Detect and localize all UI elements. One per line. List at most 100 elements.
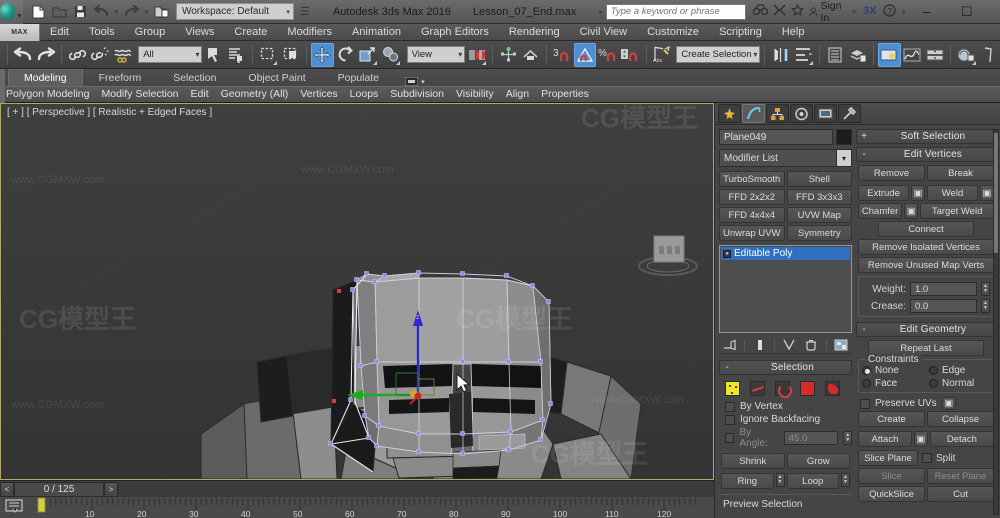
menu-item-views[interactable]: Views xyxy=(175,24,224,41)
menu-item-animation[interactable]: Animation xyxy=(342,24,411,41)
hierarchy-tab[interactable] xyxy=(766,104,789,123)
close-button[interactable]: ✕ xyxy=(987,0,1000,24)
modifier-ffd-3x3x3-button[interactable]: FFD 3x3x3 xyxy=(786,189,852,205)
pin-stack-icon[interactable] xyxy=(722,337,738,352)
modifier-turbosmooth-button[interactable]: TurboSmooth xyxy=(719,171,785,187)
window-crossing-icon[interactable] xyxy=(279,43,302,67)
help-icon[interactable]: ? xyxy=(883,3,896,20)
selection-rollup-header[interactable]: - Selection xyxy=(719,360,852,375)
tab-modeling[interactable]: Modeling xyxy=(8,69,83,86)
maximize-button[interactable]: ☐ xyxy=(947,0,987,24)
new-file-icon[interactable] xyxy=(29,2,48,21)
loop-spinner[interactable]: ▲ ▼ xyxy=(841,473,850,487)
menu-item-help[interactable]: Help xyxy=(772,24,815,41)
time-slider-ruler[interactable]: 10 20 30 40 50 60 70 80 90 100 110 120 xyxy=(0,497,714,518)
ignore-backfacing-row[interactable]: Ignore Backfacing xyxy=(719,413,852,426)
split-checkbox[interactable] xyxy=(922,453,932,463)
modifier-symmetry-button[interactable]: Symmetry xyxy=(786,225,852,241)
modifier-ffd-4x4x4-button[interactable]: FFD 4x4x4 xyxy=(719,207,785,223)
exchange-icon[interactable] xyxy=(773,4,786,19)
attach-settings-icon[interactable]: ▣ xyxy=(913,431,928,447)
next-frame-button[interactable]: > xyxy=(104,481,118,497)
app-menu-button[interactable]: ▼ xyxy=(0,0,23,24)
extrude-settings-icon[interactable]: ▣ xyxy=(911,185,925,201)
loop-button[interactable]: Loop xyxy=(786,473,839,489)
command-panel-scroll-thumb[interactable] xyxy=(994,133,998,253)
by-angle-field[interactable]: 45.0 xyxy=(783,431,839,445)
tab-object-paint[interactable]: Object Paint xyxy=(232,70,321,86)
rectangular-selection-region-icon[interactable] xyxy=(257,43,280,67)
perspective-viewport[interactable]: [ + ] [ Perspective ] [ Realistic + Edge… xyxy=(0,103,714,480)
modifier-uvw-map-button[interactable]: UVW Map xyxy=(786,207,852,223)
render-setup-icon[interactable] xyxy=(877,42,901,67)
search-input[interactable] xyxy=(605,3,746,20)
show-end-result-icon[interactable] xyxy=(752,337,768,352)
menu-item-edit[interactable]: Edit xyxy=(40,24,79,41)
reference-coordinate-system-combo[interactable]: View ▾ xyxy=(406,46,466,63)
binoculars-icon[interactable] xyxy=(752,4,768,19)
chamfer-settings-icon[interactable]: ▣ xyxy=(904,203,919,219)
by-angle-row[interactable]: By Angle: 45.0 ▲ ▼ xyxy=(719,426,852,450)
break-button[interactable]: Break xyxy=(927,165,994,181)
workspace-menu-icon[interactable]: ☰ xyxy=(300,5,310,18)
selection-filter-combo[interactable]: All ▾ xyxy=(138,46,203,63)
create-tab[interactable] xyxy=(718,104,741,123)
schematic-view-icon[interactable] xyxy=(923,43,946,67)
menu-item-modifiers[interactable]: Modifiers xyxy=(277,24,342,41)
spinner-snap-toggle-icon[interactable] xyxy=(619,43,642,67)
prev-frame-button[interactable]: < xyxy=(0,481,14,497)
ring-spinner[interactable]: ▲ ▼ xyxy=(775,473,785,487)
cut-button[interactable]: Cut xyxy=(927,486,994,502)
minimize-button[interactable]: – xyxy=(907,0,947,24)
constraint-none-radio[interactable]: None xyxy=(862,365,923,376)
subtab-subdivision[interactable]: Subdivision xyxy=(384,87,450,102)
preserve-uvs-settings-icon[interactable]: ▣ xyxy=(941,397,956,410)
weld-button[interactable]: Weld xyxy=(927,185,978,201)
open-file-icon[interactable] xyxy=(50,2,69,21)
menu-item-civil-view[interactable]: Civil View xyxy=(570,24,637,41)
snaps-toggle-icon[interactable]: 3 xyxy=(551,43,574,67)
ignore-backfacing-checkbox[interactable] xyxy=(725,414,735,425)
attach-button[interactable]: Attach xyxy=(858,431,912,447)
preserve-uvs-row[interactable]: Preserve UVs ▣ xyxy=(856,396,996,411)
menu-item-tools[interactable]: Tools xyxy=(79,24,125,41)
weight-field[interactable]: 1.0 xyxy=(910,282,977,296)
tab-freeform[interactable]: Freeform xyxy=(83,70,158,86)
material-editor-icon[interactable] xyxy=(955,43,978,67)
by-vertex-row[interactable]: By Vertex xyxy=(719,400,852,413)
constraint-face-radio[interactable]: Face xyxy=(862,378,923,389)
by-vertex-checkbox[interactable] xyxy=(725,401,735,412)
undo-dropdown-caret-icon[interactable]: ▾ xyxy=(113,8,120,16)
edit-vertices-rollup-header[interactable]: - Edit Vertices xyxy=(856,147,996,162)
subtab-visibility[interactable]: Visibility xyxy=(450,87,500,102)
subtab-geometry-all[interactable]: Geometry (All) xyxy=(215,87,295,102)
edit-named-selection-sets-icon[interactable]: Abc xyxy=(651,43,674,67)
redo-dropdown-caret-icon[interactable]: ▾ xyxy=(143,8,150,16)
select-and-scale-icon[interactable] xyxy=(356,43,379,67)
menu-item-create[interactable]: Create xyxy=(224,24,277,41)
percent-snap-toggle-icon[interactable]: % xyxy=(596,43,619,67)
subtab-properties[interactable]: Properties xyxy=(535,87,595,102)
tab-selection[interactable]: Selection xyxy=(157,70,232,86)
curve-editor-icon[interactable] xyxy=(901,43,924,67)
edit-geometry-rollup-header[interactable]: - Edit Geometry xyxy=(856,322,996,337)
connect-button[interactable]: Connect xyxy=(878,221,974,237)
subtab-modify-selection[interactable]: Modify Selection xyxy=(95,87,184,102)
menu-item-rendering[interactable]: Rendering xyxy=(499,24,570,41)
set-project-folder-icon[interactable] xyxy=(152,2,171,21)
crease-field[interactable]: 0.0 xyxy=(910,299,977,313)
shrink-button[interactable]: Shrink xyxy=(721,453,785,469)
select-by-name-icon[interactable] xyxy=(225,43,248,67)
grow-button[interactable]: Grow xyxy=(786,453,850,469)
remove-modifier-icon[interactable] xyxy=(803,337,819,352)
remove-isolated-vertices-button[interactable]: Remove Isolated Vertices xyxy=(858,239,994,255)
modifier-list-dropdown[interactable]: Modifier List ▾ xyxy=(719,149,852,167)
undo-icon[interactable] xyxy=(92,2,111,21)
border-subobject-button[interactable] xyxy=(775,381,792,398)
polygon-subobject-button[interactable] xyxy=(800,381,815,396)
weight-spinner[interactable]: ▲ ▼ xyxy=(981,282,990,296)
subtab-vertices[interactable]: Vertices xyxy=(294,87,343,102)
element-subobject-button[interactable] xyxy=(825,381,840,396)
object-name-field[interactable]: Plane049 xyxy=(719,129,833,145)
object-color-swatch[interactable] xyxy=(836,129,852,145)
